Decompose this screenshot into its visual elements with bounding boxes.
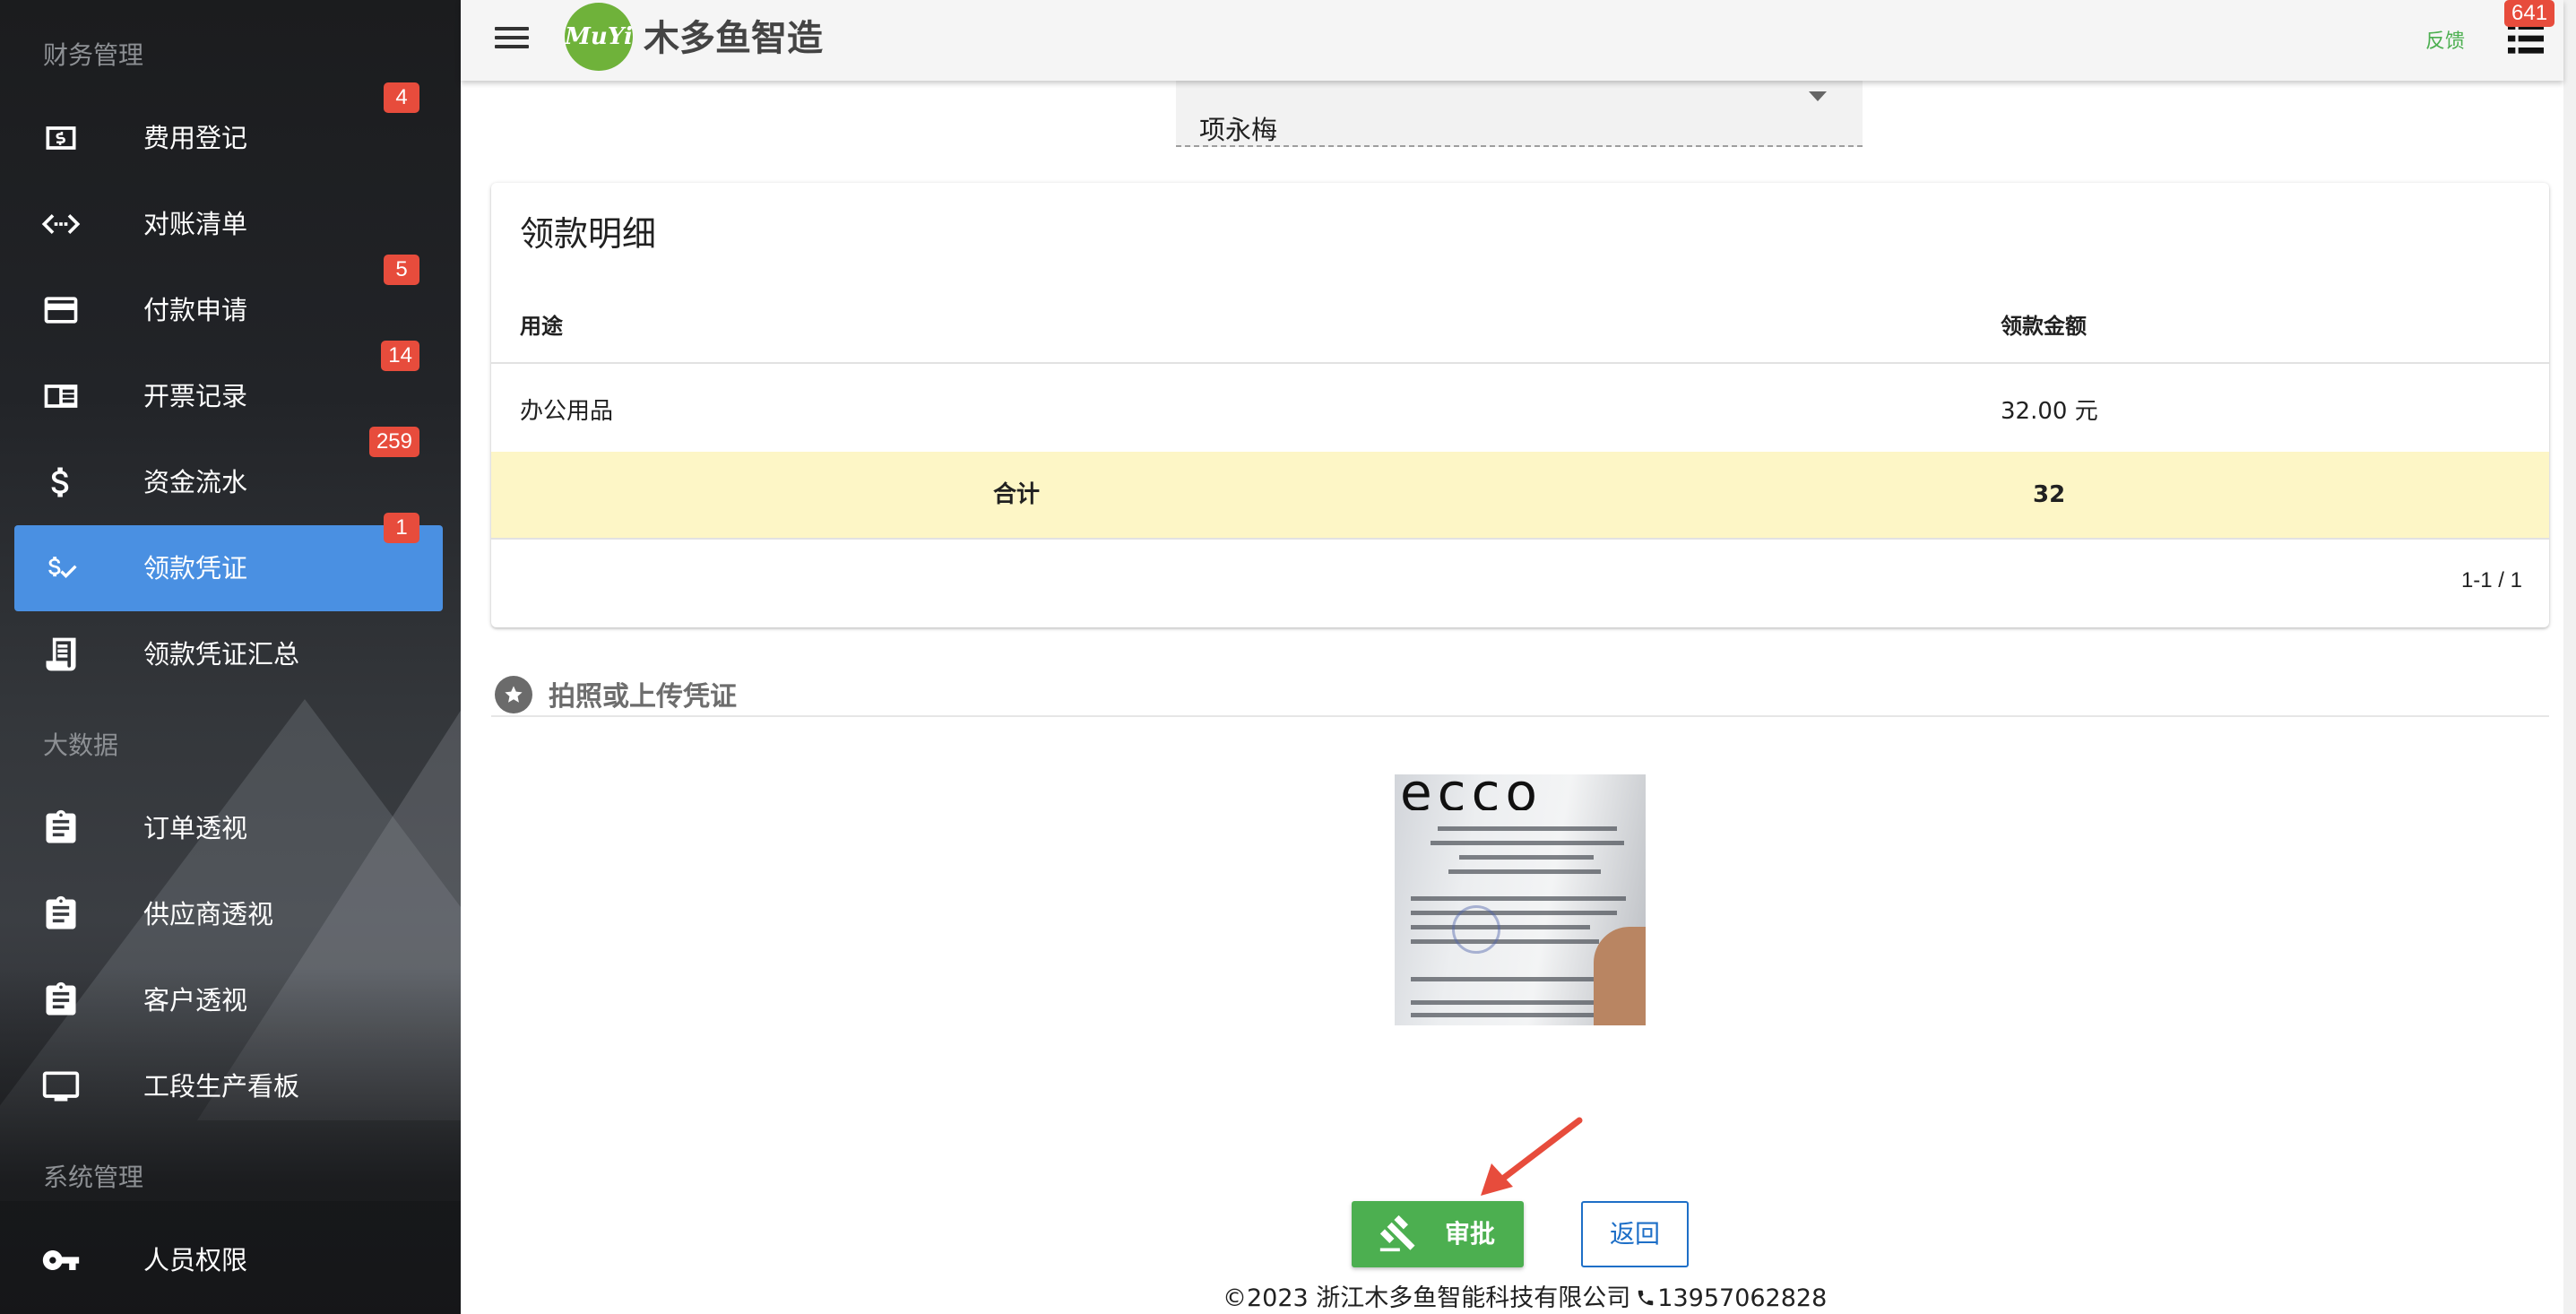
upload-label[interactable]: 拍照或上传凭证 [549, 674, 737, 713]
sidebar-item-label: 领款凭证汇总 [143, 639, 300, 670]
sidebar-section-big-data: 大数据 [43, 730, 119, 760]
sidebar-item-permissions[interactable]: 人员权限 [14, 1217, 443, 1303]
divider [491, 538, 2549, 540]
approver-value: 项永梅 [1199, 115, 1278, 145]
sidebar: 财务管理 费用登记 4 对账清单 付款申请 5 开票记录 14 资金流水 259 [0, 0, 461, 1314]
app-title: 木多鱼智造 [644, 18, 823, 59]
count-badge: 4 [384, 82, 419, 113]
sidebar-section-finance: 财务管理 [43, 40, 144, 70]
approve-button[interactable]: 审批 [1352, 1201, 1524, 1267]
count-badge: 259 [368, 427, 419, 457]
sidebar-item-production-board[interactable]: 工段生产看板 [14, 1043, 443, 1129]
sidebar-item-order-insight[interactable]: 订单透视 [14, 785, 443, 871]
code-arrows-icon [41, 204, 81, 244]
sidebar-item-cash-flow[interactable]: 资金流水 259 [14, 427, 443, 525]
sidebar-item-reconciliation[interactable]: 对账清单 [14, 181, 443, 267]
sidebar-item-expense-register[interactable]: 费用登记 4 [14, 82, 443, 181]
count-badge: 5 [384, 255, 419, 285]
sidebar-item-label: 领款凭证 [143, 553, 248, 584]
sidebar-item-label: 对账清单 [143, 209, 248, 239]
red-arrow-annotation [1481, 1117, 1583, 1196]
dollar-icon [41, 462, 81, 502]
star-circle-icon [495, 676, 532, 713]
card-title: 领款明细 [520, 214, 657, 254]
divider [491, 362, 2549, 364]
gavel-icon [1379, 1214, 1418, 1253]
sidebar-item-label: 资金流水 [143, 467, 248, 497]
cell-amount: 32.00 元 [2001, 398, 2098, 425]
upload-section-header: 拍照或上传凭证 [491, 669, 2549, 717]
cell-purpose: 办公用品 [520, 398, 614, 425]
clipboard-icon [41, 895, 81, 934]
monitor-icon [41, 1067, 81, 1106]
app-logo: MuYi [565, 3, 633, 71]
sidebar-item-label: 工段生产看板 [143, 1071, 300, 1102]
sidebar-item-label: 开票记录 [143, 381, 248, 411]
receipt-logo-graphic: ecco [1400, 774, 1543, 810]
key-icon [41, 1241, 81, 1280]
column-header-amount: 领款金额 [2001, 314, 2087, 339]
column-header-purpose: 用途 [520, 314, 563, 339]
sidebar-item-customer-insight[interactable]: 客户透视 [14, 957, 443, 1043]
sidebar-item-label: 客户透视 [143, 985, 248, 1016]
dollar-check-icon [41, 549, 81, 588]
phone-icon [1636, 1286, 1655, 1306]
payment-detail-card: 领款明细 用途 领款金额 办公用品 32.00 元 合计 32 1-1 / 1 [491, 183, 2549, 627]
sidebar-item-label: 费用登记 [143, 123, 248, 153]
receipt-stamp [1452, 905, 1500, 954]
total-label: 合计 [993, 481, 1041, 508]
clipboard-icon [41, 808, 81, 848]
footer-copyright: ©2023 浙江木多鱼智能科技有限公司 [1223, 1284, 1631, 1312]
sidebar-item-payment-request[interactable]: 付款申请 5 [14, 255, 443, 353]
sidebar-item-label: 付款申请 [143, 295, 248, 325]
pagination-info: 1-1 / 1 [2460, 568, 2522, 592]
credit-card-icon [41, 290, 81, 330]
feedback-link[interactable]: 反馈 [2425, 25, 2465, 54]
dropdown-caret-icon [1809, 91, 1827, 101]
top-app-bar: MuYi 木多鱼智造 反馈 641 [461, 0, 2563, 81]
clipboard-icon [41, 981, 81, 1020]
receipt-hand [1594, 927, 1646, 1025]
receipt-list-icon [41, 635, 81, 674]
sidebar-item-supplier-insight[interactable]: 供应商透视 [14, 871, 443, 957]
back-button[interactable]: 返回 [1581, 1201, 1689, 1267]
count-badge: 1 [384, 513, 419, 543]
sidebar-section-system: 系统管理 [43, 1163, 144, 1192]
count-badge: 14 [381, 341, 419, 371]
hamburger-menu-icon[interactable] [495, 22, 531, 57]
approve-label: 审批 [1445, 1219, 1496, 1249]
receipt-book-icon [41, 376, 81, 416]
total-row: 合计 32 [491, 452, 2549, 538]
sidebar-item-payment-voucher[interactable]: 领款凭证 1 [14, 513, 443, 611]
sidebar-item-voucher-summary[interactable]: 领款凭证汇总 [14, 611, 443, 697]
sidebar-item-label: 人员权限 [143, 1245, 248, 1275]
uploaded-voucher-image[interactable]: ecco [1395, 774, 1646, 1025]
notification-badge: 641 [2504, 0, 2555, 27]
list-icon[interactable] [2508, 23, 2544, 54]
dollar-box-icon [41, 118, 81, 158]
footer-phone: 13957062828 [1657, 1284, 1828, 1312]
sidebar-item-label: 订单透视 [143, 813, 248, 843]
page-scrollbar[interactable] [2563, 0, 2576, 1314]
sidebar-item-label: 供应商透视 [143, 899, 274, 929]
total-value: 32 [2033, 481, 2066, 508]
footer: ©2023 浙江木多鱼智能科技有限公司 13957062828 [1223, 1278, 1827, 1313]
